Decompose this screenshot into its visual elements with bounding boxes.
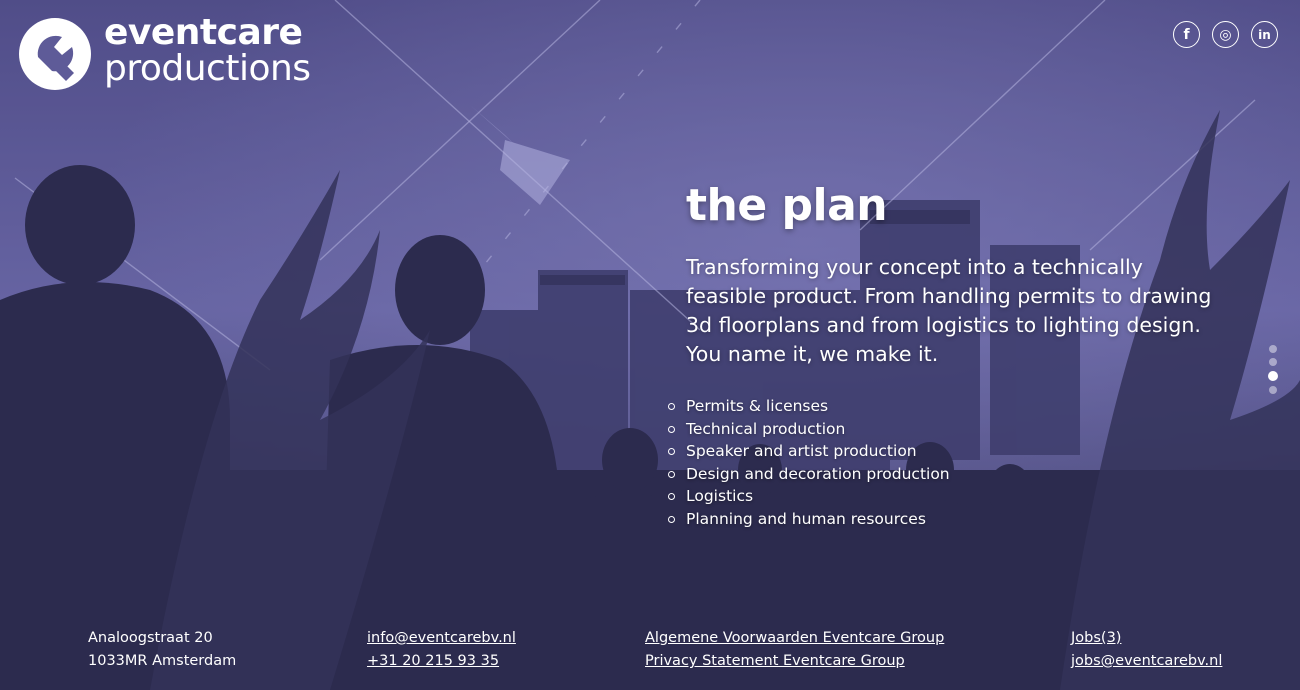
footer-address: Analoogstraat 20 1033MR Amsterdam (88, 627, 236, 673)
page-title: the plan (686, 180, 888, 231)
service-item: Permits & licenses (668, 395, 1246, 418)
slide-pager (1268, 345, 1278, 394)
facebook-icon[interactable]: f (1173, 21, 1200, 48)
service-item: Speaker and artist production (668, 440, 1246, 463)
address-city: 1033MR Amsterdam (88, 653, 237, 669)
instagram-icon[interactable]: ◎ (1212, 21, 1239, 48)
bullet-icon (668, 515, 675, 523)
service-label: Planning and human resources (686, 509, 926, 528)
service-item: Technical production (668, 418, 1246, 441)
footer-legal: Algemene Voorwaarden Eventcare Group Pri… (645, 627, 944, 673)
pager-dot-active[interactable] (1268, 371, 1278, 381)
services-list: Permits & licenses Technical production … (668, 395, 1246, 531)
contact-phone-link[interactable]: +31 20 215 93 35 (367, 650, 516, 673)
pager-dot[interactable] (1269, 345, 1277, 353)
brand-name-line1: eventcare (104, 12, 303, 53)
brand-logo[interactable]: eventcare productions (18, 15, 328, 97)
bullet-icon (668, 425, 675, 433)
social-links: f ◎ in (1173, 21, 1278, 48)
pager-dot[interactable] (1269, 386, 1277, 394)
hero-description: Transforming your concept into a technic… (686, 255, 1212, 366)
service-label: Speaker and artist production (686, 442, 917, 461)
jobs-email-link[interactable]: jobs@eventcarebv.nl (1071, 650, 1222, 673)
brand-name-line2: productions (104, 48, 311, 89)
jobs-link[interactable]: Jobs(3) (1071, 627, 1222, 650)
hero-content: the plan Transforming your concept into … (668, 180, 1246, 531)
linkedin-icon[interactable]: in (1251, 21, 1278, 48)
footer: Analoogstraat 20 1033MR Amsterdam info@e… (0, 627, 1300, 683)
logo-mark-icon (19, 18, 91, 90)
service-item: Logistics (668, 485, 1246, 508)
privacy-link[interactable]: Privacy Statement Eventcare Group (645, 650, 944, 673)
footer-contact: info@eventcarebv.nl +31 20 215 93 35 (367, 627, 516, 673)
bullet-icon (668, 403, 675, 410)
service-label: Technical production (686, 419, 846, 438)
service-label: Design and decoration production (686, 464, 950, 483)
terms-link[interactable]: Algemene Voorwaarden Eventcare Group (645, 627, 944, 650)
brand-wordmark: eventcare productions (104, 15, 311, 87)
bullet-icon (668, 470, 675, 478)
service-item: Planning and human resources (668, 508, 1246, 531)
footer-jobs: Jobs(3) jobs@eventcarebv.nl (1071, 627, 1222, 673)
pager-dot[interactable] (1269, 358, 1277, 366)
service-label: Logistics (686, 487, 754, 506)
service-item: Design and decoration production (668, 463, 1246, 486)
address-street: Analoogstraat 20 (88, 630, 213, 646)
contact-email-link[interactable]: info@eventcarebv.nl (367, 627, 516, 650)
service-label: Permits & licenses (686, 397, 829, 415)
